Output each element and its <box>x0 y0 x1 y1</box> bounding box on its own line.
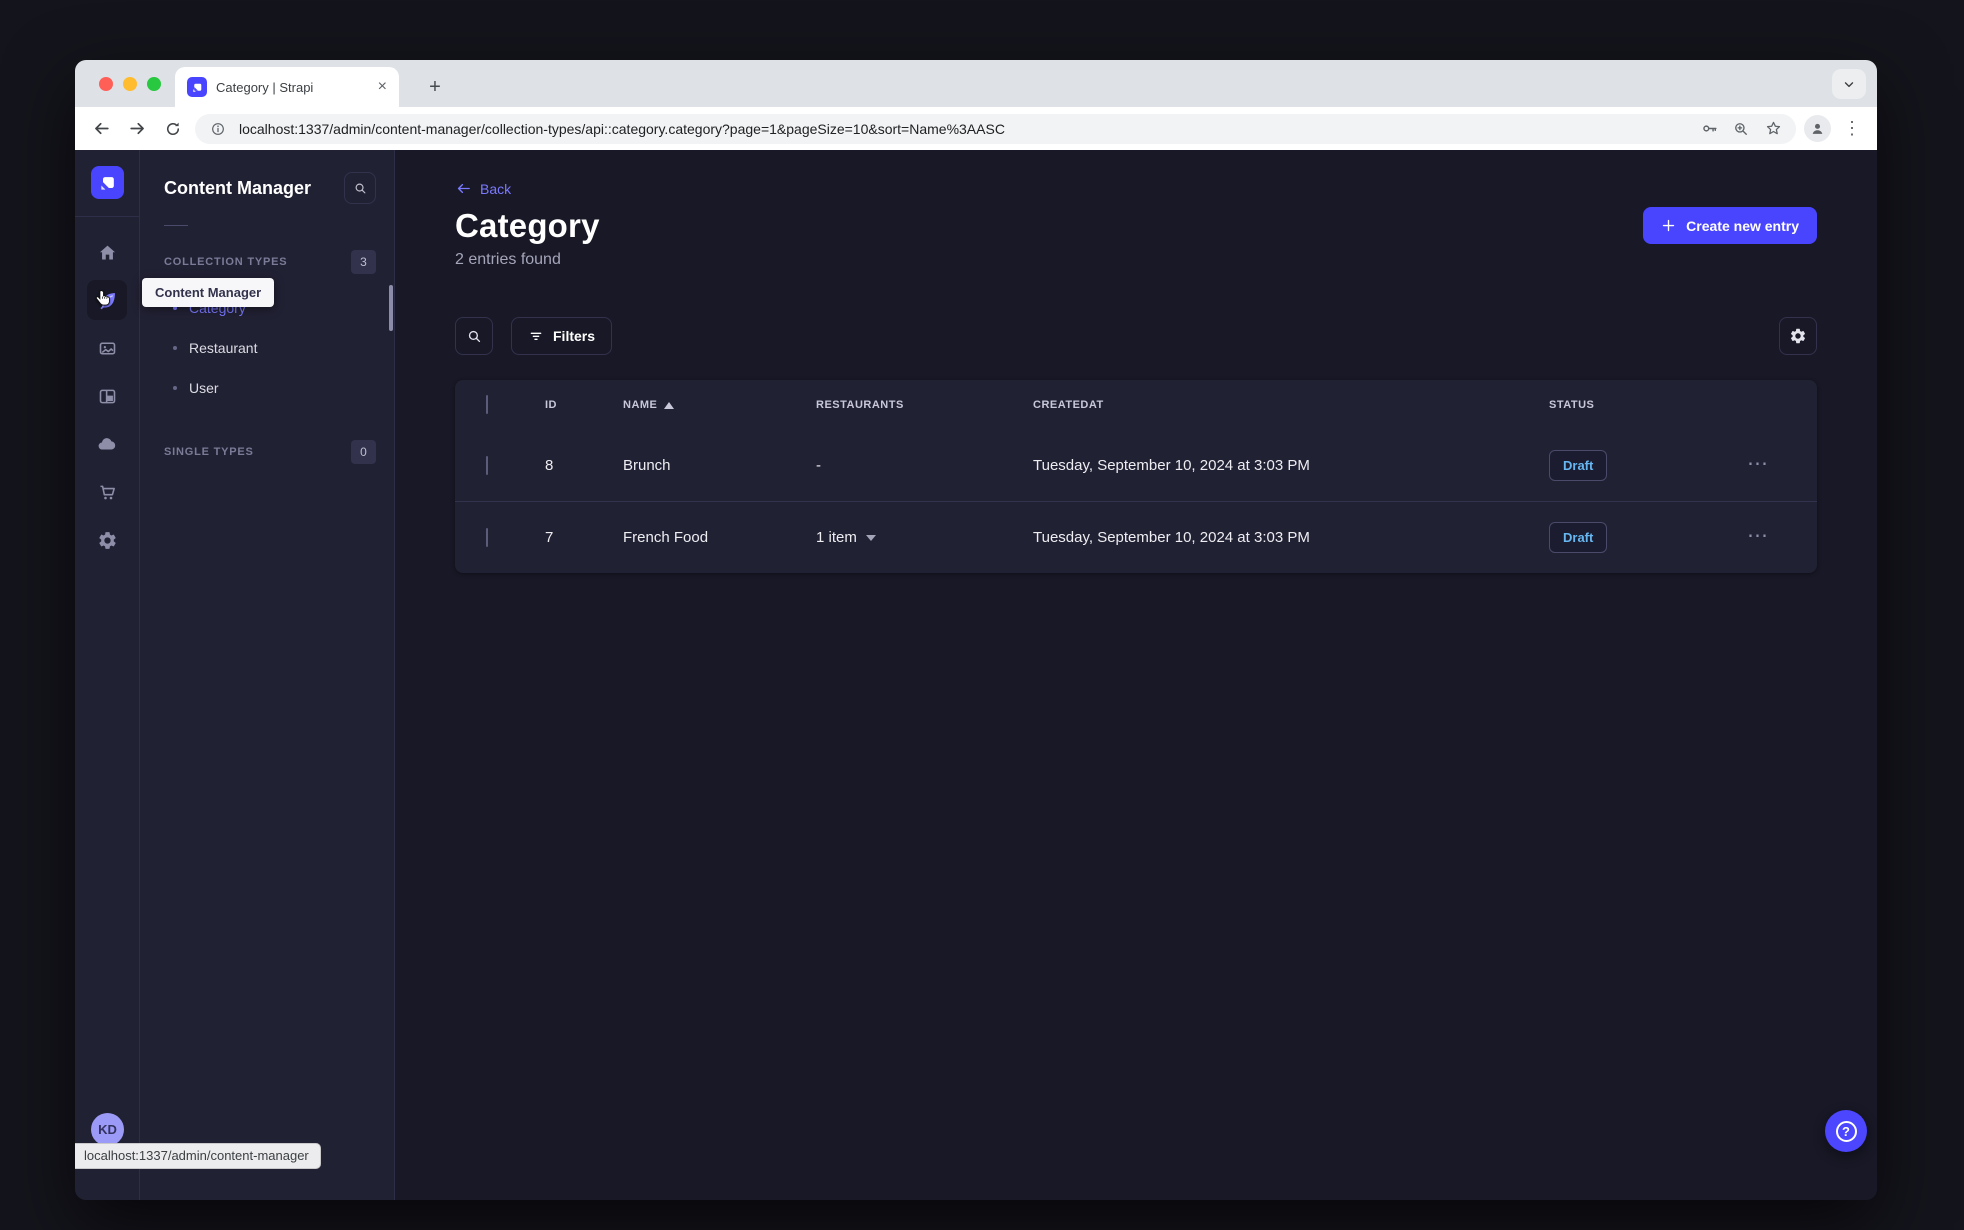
table-row[interactable]: 8 Brunch - Tuesday, September 10, 2024 a… <box>455 430 1817 501</box>
entries-count: 2 entries found <box>455 251 561 268</box>
sidebar-item-media-library[interactable] <box>87 328 127 368</box>
single-types-label: SINGLE TYPES <box>164 446 254 458</box>
subnav-search-button[interactable] <box>344 172 376 204</box>
back-arrow-icon <box>457 183 470 194</box>
filters-label: Filters <box>553 328 596 344</box>
tab-title: Category | Strapi <box>216 79 314 95</box>
bullet-icon <box>173 386 177 390</box>
maximize-window-button[interactable] <box>147 77 161 91</box>
question-mark-icon: ? <box>1835 1120 1857 1142</box>
table-search-button[interactable] <box>455 317 493 355</box>
browser-menu-icon[interactable]: ⋮ <box>1839 118 1865 139</box>
cell-name: Brunch <box>623 457 671 474</box>
chevron-down-icon <box>865 534 876 541</box>
rail-divider <box>75 216 139 217</box>
restaurant-link-label: Restaurant <box>189 340 258 356</box>
site-info-icon[interactable] <box>207 118 229 140</box>
table-row[interactable]: 7 French Food 1 item Tuesday, September … <box>455 502 1817 573</box>
new-tab-button[interactable]: + <box>420 72 450 102</box>
password-key-icon[interactable] <box>1698 118 1720 140</box>
tab-close-icon[interactable]: × <box>376 78 389 96</box>
sidebar-item-user[interactable]: User <box>140 368 394 408</box>
create-new-entry-label: Create new entry <box>1686 217 1799 234</box>
cell-createdat: Tuesday, September 10, 2024 at 3:03 PM <box>1033 529 1310 546</box>
minimize-window-button[interactable] <box>123 77 137 91</box>
collection-types-label: COLLECTION TYPES <box>164 256 288 268</box>
status-badge: Draft <box>1549 522 1608 553</box>
row-actions-menu[interactable]: ⋯ <box>1745 446 1770 481</box>
tab-strip: Category | Strapi × + <box>75 60 1877 107</box>
filters-button[interactable]: Filters <box>511 317 613 355</box>
single-types-count-badge: 0 <box>351 440 376 464</box>
sidebar-item-cloud[interactable] <box>87 424 127 464</box>
strapi-favicon-icon <box>187 77 207 97</box>
table-header-row: ID NAME RESTAURANTS CREATEDAT STATUS <box>455 380 1817 430</box>
content-manager-tooltip: Content Manager <box>142 278 275 307</box>
browser-toolbar: localhost:1337/admin/content-manager/col… <box>75 107 1877 150</box>
sidebar-item-marketplace[interactable] <box>87 472 127 512</box>
mouse-cursor-pointer <box>94 289 113 315</box>
subnav-title: Content Manager <box>164 177 312 198</box>
main-content: Back Category Create new entry 2 entries… <box>395 150 1877 1200</box>
user-avatar[interactable]: KD <box>91 1113 124 1146</box>
gear-icon <box>1790 328 1806 344</box>
cell-restaurants[interactable]: 1 item <box>816 529 1033 546</box>
browser-window: Category | Strapi × + localhost:1337/adm… <box>75 60 1877 1200</box>
cell-id: 8 <box>545 457 554 474</box>
plus-icon <box>1662 219 1675 232</box>
sort-ascending-icon <box>664 401 675 409</box>
column-header-id[interactable]: ID <box>545 399 623 411</box>
back-link[interactable]: Back <box>455 180 511 197</box>
content-manager-subnav: Content Manager COLLECTION TYPES 3 Categ… <box>140 150 395 1200</box>
cell-name: French Food <box>623 529 709 546</box>
browser-tab[interactable]: Category | Strapi × <box>175 67 399 107</box>
nav-rail: KD <box>75 150 140 1200</box>
link-preview-status-bar: localhost:1337/admin/content-manager <box>75 1143 321 1169</box>
row-checkbox[interactable] <box>486 528 488 547</box>
create-new-entry-button[interactable]: Create new entry <box>1643 207 1817 244</box>
filter-icon <box>530 332 542 340</box>
user-link-label: User <box>189 380 219 396</box>
row-checkbox[interactable] <box>486 456 488 475</box>
bullet-icon <box>173 346 177 350</box>
cell-id: 7 <box>545 529 554 546</box>
row-actions-menu[interactable]: ⋯ <box>1745 518 1770 553</box>
cell-restaurants: - <box>816 457 821 474</box>
bookmark-star-icon[interactable] <box>1762 118 1784 140</box>
search-icon <box>355 183 365 193</box>
url-bar[interactable]: localhost:1337/admin/content-manager/col… <box>195 113 1796 144</box>
column-header-createdat[interactable]: CREATEDAT <box>1033 399 1549 411</box>
forward-nav-icon[interactable] <box>123 115 151 143</box>
select-all-checkbox[interactable] <box>486 395 488 414</box>
sidebar-item-restaurant[interactable]: Restaurant <box>140 328 394 368</box>
sidebar-item-content-type-builder[interactable] <box>87 376 127 416</box>
column-header-name[interactable]: NAME <box>623 399 816 411</box>
tab-search-button[interactable] <box>1832 69 1866 99</box>
entries-table: ID NAME RESTAURANTS CREATEDAT STATUS 8 B… <box>455 380 1817 573</box>
strapi-logo-icon[interactable] <box>91 166 124 199</box>
help-button[interactable]: ? <box>1825 1110 1867 1152</box>
back-nav-icon[interactable] <box>87 115 115 143</box>
strapi-app: KD Content Manager COLLECTION TYPES 3 Ca… <box>75 150 1877 1200</box>
collection-types-count-badge: 3 <box>351 250 376 274</box>
table-settings-button[interactable] <box>1779 317 1817 355</box>
cell-createdat: Tuesday, September 10, 2024 at 3:03 PM <box>1033 457 1310 474</box>
zoom-page-icon[interactable] <box>1730 118 1752 140</box>
page-title: Category <box>455 207 600 244</box>
sidebar-item-home[interactable] <box>87 232 127 272</box>
browser-profile-icon[interactable] <box>1804 115 1831 142</box>
back-label: Back <box>480 180 512 197</box>
status-badge: Draft <box>1549 450 1608 481</box>
url-text[interactable]: localhost:1337/admin/content-manager/col… <box>239 121 1688 137</box>
subnav-scrollbar[interactable] <box>389 285 393 331</box>
reload-icon[interactable] <box>159 115 187 143</box>
sidebar-item-settings[interactable] <box>87 520 127 560</box>
close-window-button[interactable] <box>99 77 113 91</box>
column-header-restaurants[interactable]: RESTAURANTS <box>816 399 1033 411</box>
search-icon <box>468 330 480 342</box>
column-header-status[interactable]: STATUS <box>1549 399 1745 411</box>
traffic-lights <box>99 77 161 91</box>
